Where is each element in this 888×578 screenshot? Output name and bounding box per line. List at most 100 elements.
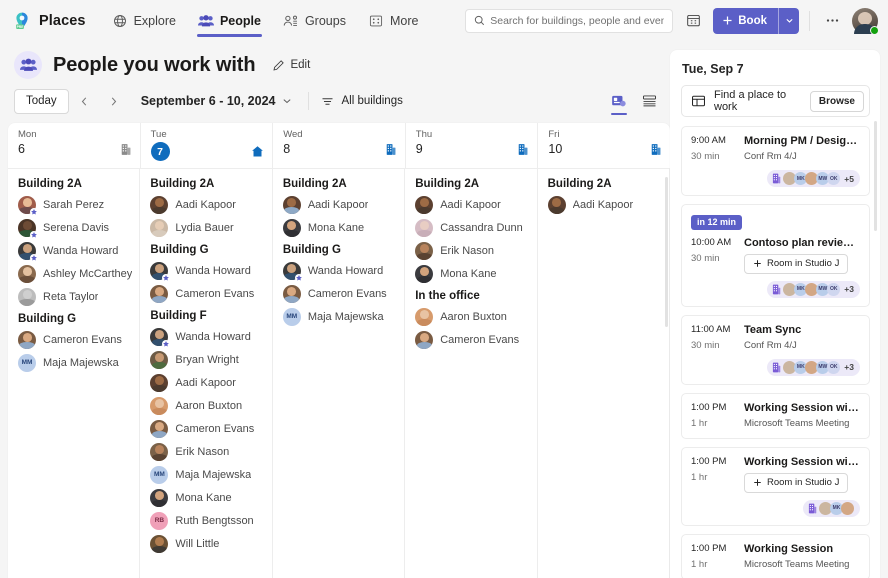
event-duration: 1 hr (691, 558, 708, 570)
person-row[interactable]: MM Maja Majewska (282, 305, 398, 328)
person-row[interactable]: Mona Kane (282, 216, 398, 239)
agenda-event-card[interactable]: 9:00 AM 30 min Morning PM / Design Sync C… (681, 126, 870, 196)
nav-tab-people-label: People (219, 13, 261, 28)
search-icon (474, 15, 485, 26)
person-row[interactable]: Cameron Evans (415, 328, 530, 351)
person-row[interactable]: Mona Kane (150, 486, 265, 509)
next-week-button[interactable] (101, 88, 127, 114)
event-duration: 30 min (691, 339, 720, 351)
event-duration: 30 min (691, 252, 720, 264)
previous-week-button[interactable] (72, 88, 98, 114)
nav-tab-groups[interactable]: Groups (273, 4, 356, 38)
person-row[interactable]: Wanda Howard (18, 239, 133, 262)
book-button-main[interactable]: Book (713, 8, 778, 34)
person-row[interactable]: Aadi Kapoor (150, 193, 265, 216)
person-row[interactable]: Lydia Bauer (150, 216, 265, 239)
person-row[interactable]: Aadi Kapoor (150, 371, 265, 394)
day-header-tue[interactable]: Tue 7 (141, 123, 274, 168)
person-name: Aadi Kapoor (572, 198, 634, 211)
calendar-view-button[interactable] (681, 9, 705, 33)
nav-tab-people[interactable]: People (188, 4, 271, 38)
person-row[interactable]: Cameron Evans (150, 282, 265, 305)
agenda-event-card[interactable]: 1:00 PM 1 hr Working Session Microsoft Te… (681, 533, 870, 578)
avatar (150, 442, 169, 461)
person-row[interactable]: Bryan Wright (150, 348, 265, 371)
room-icon (770, 172, 784, 185)
person-row[interactable]: Aadi Kapoor (282, 193, 398, 216)
person-row[interactable]: Cameron Evans (150, 417, 265, 440)
day-header-fri[interactable]: Fri 10 (538, 123, 670, 168)
agenda-event-card[interactable]: 11:00 AM 30 min Team Sync Conf Rm 4/J MK … (681, 314, 870, 385)
person-row[interactable]: Serena Davis (18, 216, 133, 239)
person-row[interactable]: Wanda Howard (150, 259, 265, 282)
person-row[interactable]: Wanda Howard (150, 325, 265, 348)
nav-tab-more[interactable]: More (358, 4, 428, 38)
browse-button[interactable]: Browse (809, 90, 864, 112)
globe-icon (112, 13, 128, 29)
agenda-event-card[interactable]: in 12 min 10:00 AM 30 min Contoso plan r… (681, 204, 870, 307)
person-row[interactable]: Erik Nason (415, 239, 530, 262)
avatar (415, 264, 434, 283)
person-row[interactable]: Aadi Kapoor (415, 193, 530, 216)
day-header-mon[interactable]: Mon 6 (8, 123, 141, 168)
avatar (150, 261, 171, 282)
day-column-fri: Building 2A Aadi Kapoor (538, 169, 670, 578)
today-button[interactable]: Today (14, 88, 69, 114)
person-row[interactable]: Cassandra Dunn (415, 216, 530, 239)
person-row[interactable]: Aaron Buxton (415, 305, 530, 328)
add-room-button[interactable]: Room in Studio J (744, 253, 849, 274)
week-day-headers: Mon 6 Tue 7 Wed 8 Thu 9 Fri 10 (8, 123, 670, 169)
list-view-toggle[interactable] (638, 90, 660, 112)
attendee-group[interactable]: MK MW OK +5 (744, 170, 860, 187)
card-view-toggle[interactable] (608, 90, 630, 115)
search-input[interactable] (490, 14, 665, 27)
nav-tab-explore[interactable]: Explore (102, 4, 186, 38)
person-row[interactable]: Sarah Perez (18, 193, 133, 216)
person-row[interactable]: MM Maja Majewska (18, 351, 133, 374)
person-row[interactable]: Cameron Evans (18, 328, 133, 351)
day-of-week-label: Wed (283, 129, 303, 140)
day-header-wed[interactable]: Wed 8 (273, 123, 406, 168)
person-row[interactable]: Mona Kane (415, 262, 530, 285)
edit-button-label: Edit (290, 59, 311, 71)
add-room-button[interactable]: Room in Studio J (744, 472, 849, 493)
person-name: Serena Davis (43, 221, 110, 234)
person-row[interactable]: Reta Taylor (18, 285, 133, 308)
favorite-star-icon (30, 207, 38, 216)
person-row[interactable]: Erik Nason (150, 440, 265, 463)
person-row[interactable]: Will Little (150, 532, 265, 555)
person-name: Wanda Howard (175, 264, 251, 277)
day-number: 9 (415, 142, 423, 156)
book-button[interactable]: Book (713, 7, 799, 34)
agenda-event-card[interactable]: 1:00 PM 1 hr Working Session with a very… (681, 446, 870, 526)
date-range-picker[interactable]: September 6 - 10, 2024 (137, 92, 297, 110)
avatar (150, 373, 169, 392)
person-row[interactable]: Wanda Howard (282, 259, 398, 282)
find-place-card[interactable]: Find a place to work Browse (681, 85, 870, 117)
favorite-star-icon (30, 253, 38, 262)
person-row[interactable]: Aaron Buxton (150, 394, 265, 417)
person-row[interactable]: MM Maja Majewska (150, 463, 265, 486)
more-options-button[interactable] (820, 9, 844, 33)
person-name: Mona Kane (307, 221, 365, 234)
person-row[interactable]: RB Ruth Bengtsson (150, 509, 265, 532)
attendee-group[interactable]: MK (744, 499, 860, 517)
agenda-event-card[interactable]: 1:00 PM 1 hr Working Session with a very… (681, 392, 870, 439)
person-row[interactable]: Ashley McCarthey (18, 262, 133, 285)
event-location: Conf Rm 4/J (744, 339, 797, 351)
agenda-scrollbar[interactable] (874, 121, 877, 231)
building-filter-button[interactable]: All buildings (321, 95, 403, 108)
attendee-group[interactable]: MK MW OK +3 (744, 280, 860, 298)
event-title: Morning PM / Design Sync (744, 135, 860, 147)
attendee-group[interactable]: MK MW OK +3 (744, 358, 860, 376)
person-row[interactable]: Cameron Evans (282, 282, 398, 305)
avatar: RB (150, 511, 169, 530)
day-header-thu[interactable]: Thu 9 (406, 123, 539, 168)
grid-scrollbar[interactable] (665, 177, 668, 327)
edit-button[interactable]: Edit (272, 59, 310, 72)
user-avatar[interactable] (852, 7, 879, 35)
person-row[interactable]: Aadi Kapoor (547, 193, 663, 216)
room-icon (770, 282, 784, 296)
search-box[interactable] (465, 8, 674, 33)
book-dropdown-caret[interactable] (778, 7, 799, 34)
